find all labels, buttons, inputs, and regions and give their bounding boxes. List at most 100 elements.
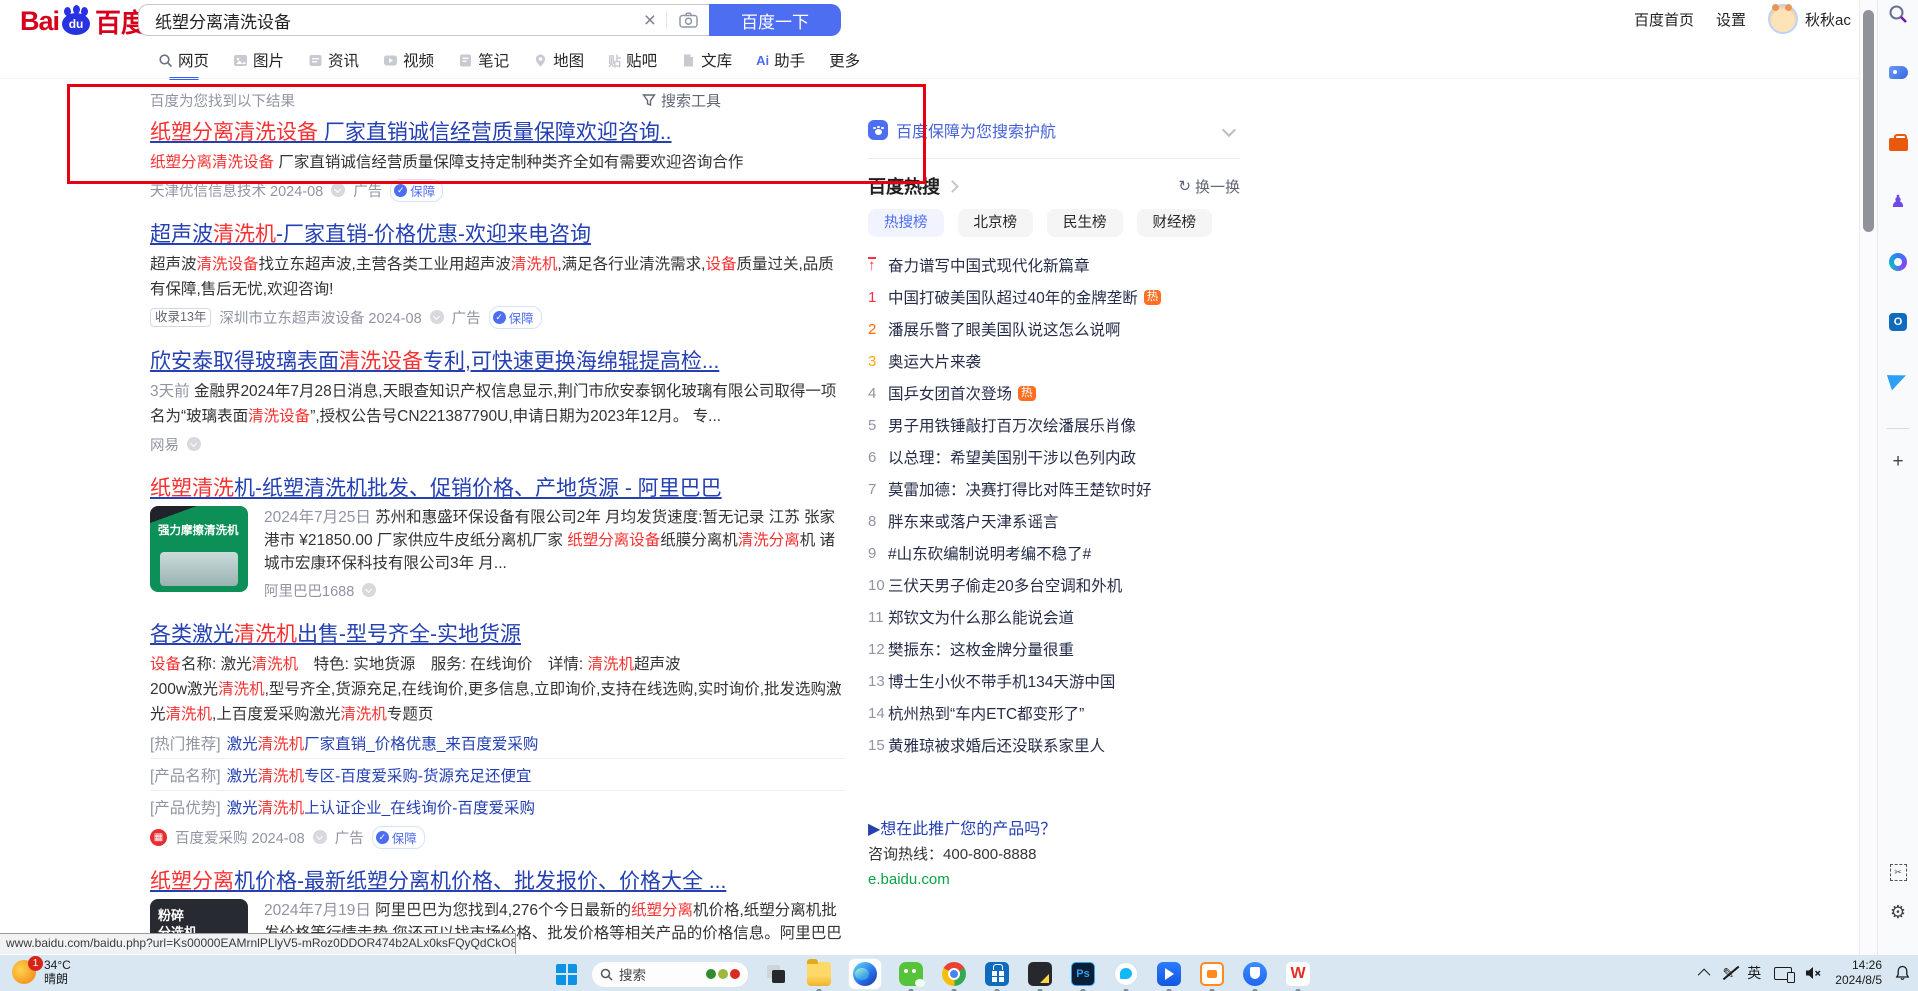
hot-search-item[interactable]: 10三伏天男子偷走20多台空调和外机 — [868, 569, 1240, 601]
protection-badge[interactable]: ✓保障 — [372, 826, 425, 849]
toolbox-icon[interactable] — [1886, 132, 1910, 156]
chrome-icon[interactable] — [941, 961, 967, 987]
cast-device-icon[interactable] — [1774, 967, 1792, 980]
meeting-icon[interactable] — [1156, 961, 1182, 987]
wechat-icon[interactable] — [898, 961, 924, 987]
pcmgr-icon[interactable] — [1242, 961, 1268, 987]
hot-tab-财经榜[interactable]: 财经榜 — [1137, 209, 1213, 237]
tab-文库[interactable]: 文库 — [681, 49, 732, 73]
hot-tab-热搜榜[interactable]: 热搜榜 — [868, 209, 944, 237]
start-button[interactable] — [556, 964, 577, 985]
scrollbar-thumb[interactable] — [1863, 10, 1874, 232]
hot-tab-民生榜[interactable]: 民生榜 — [1047, 209, 1123, 237]
outlook-icon[interactable]: O — [1886, 310, 1910, 334]
search-box[interactable]: × — [138, 4, 710, 36]
result-sublink[interactable]: [产品名称]激光清洗机专区-百度爱采购-货源充足还便宜 — [150, 759, 846, 791]
scrollbar[interactable] — [1859, 0, 1877, 955]
result-sublink[interactable]: [产品优势]激光清洗机上认证企业_在线询价-百度爱采购 — [150, 791, 846, 822]
tab-资讯[interactable]: 资讯 — [308, 49, 359, 73]
a360-icon[interactable] — [1199, 961, 1225, 987]
tab-视频[interactable]: 视频 — [383, 49, 434, 73]
weather-widget[interactable]: 1 34°C晴朗 — [12, 958, 71, 986]
hot-search-title[interactable]: 百度热搜 — [868, 173, 940, 199]
promo-site-link[interactable]: e.baidu.com — [868, 867, 1240, 892]
baidu-protection-row[interactable]: 百度保障为您搜索护航 — [868, 118, 1240, 142]
pen-disabled-icon[interactable]: ✎ — [1723, 965, 1735, 982]
taskbar-search[interactable]: 搜索 — [591, 961, 749, 988]
source-dropdown-icon[interactable] — [362, 583, 376, 597]
store-icon[interactable] — [984, 961, 1010, 987]
screenshot-icon[interactable]: ✂ — [1886, 860, 1910, 884]
notification-bell-icon[interactable] — [1895, 965, 1910, 981]
tab-笔记[interactable]: 笔记 — [458, 49, 509, 73]
hot-search-item[interactable]: 7莫雷加德：决赛打得比对阵王楚钦时好 — [868, 473, 1240, 505]
result-title-link[interactable]: 纸塑分离清洗设备 厂家直销诚信经营质量保障欢迎咨询.. — [150, 118, 846, 148]
settings-icon[interactable]: ⚙ — [1886, 900, 1910, 924]
result-title-link[interactable]: 纸塑清洗机-纸塑清洗机批发、促销价格、产地货源 - 阿里巴巴 — [150, 474, 846, 504]
hot-search-item[interactable]: 4国乒女团首次登场热 — [868, 377, 1240, 409]
drop-icon[interactable] — [1886, 368, 1910, 392]
edge-icon[interactable] — [849, 959, 881, 989]
hot-tab-北京榜[interactable]: 北京榜 — [958, 209, 1034, 237]
result-thumbnail[interactable]: 强力摩擦清洗机 — [150, 506, 248, 592]
hot-search-item[interactable]: 15黄雅琼被求婚后还没联系家里人 — [868, 729, 1240, 761]
baidu-home-link[interactable]: 百度首页 — [1634, 9, 1694, 30]
user-account[interactable]: 秋秋ac — [1768, 4, 1851, 34]
hot-search-item[interactable]: 3奥运大片来袭 — [868, 345, 1240, 377]
task-view-icon[interactable] — [763, 961, 789, 987]
tab-图片[interactable]: 图片 — [233, 49, 284, 73]
search-input[interactable] — [153, 9, 634, 31]
hot-search-item[interactable]: 11郑钦文为什么那么能说会道 — [868, 601, 1240, 633]
hot-search-item[interactable]: 1中国打破美国队超过40年的金牌垄断热 — [868, 281, 1240, 313]
avatar[interactable] — [1768, 4, 1798, 34]
hot-search-item[interactable]: 2潘展乐瞥了眼美国队说这怎么说啊 — [868, 313, 1240, 345]
tab-更多[interactable]: 更多 — [829, 49, 860, 73]
add-icon[interactable]: + — [1886, 450, 1910, 474]
chevron-right-icon[interactable] — [946, 180, 959, 193]
notepad-icon[interactable] — [1027, 961, 1053, 987]
hot-search-item[interactable]: 12樊振东：这枚金牌分量很重 — [868, 633, 1240, 665]
games-icon[interactable]: ♟ — [1886, 190, 1910, 214]
result-title-link[interactable]: 欣安泰取得玻璃表面清洗设备专利,可快速更换海绵辊提高检... — [150, 347, 846, 377]
source-dropdown-icon[interactable] — [331, 183, 345, 197]
shopping-icon[interactable] — [1886, 60, 1910, 84]
source-dropdown-icon[interactable] — [187, 437, 201, 451]
search-button[interactable]: 百度一下 — [709, 4, 841, 36]
hot-search-item[interactable]: 8胖东来或落户天津系谣言 — [868, 505, 1240, 537]
result-sublink[interactable]: [热门推荐]激光清洗机厂家直销_价格优惠_来百度爱采购 — [150, 727, 846, 759]
m365-icon[interactable] — [1886, 250, 1910, 274]
search-icon[interactable] — [1886, 2, 1910, 26]
hot-search-item[interactable]: 5男子用铁锤敲打百万次绘潘展乐肖像 — [868, 409, 1240, 441]
tab-贴吧[interactable]: 贴贴吧 — [608, 49, 657, 73]
photoshop-icon[interactable]: Ps — [1070, 961, 1096, 987]
hot-search-item[interactable]: 9#山东砍编制说明考编不稳了# — [868, 537, 1240, 569]
settings-link[interactable]: 设置 — [1716, 9, 1746, 30]
tab-助手[interactable]: Ai助手 — [756, 49, 805, 73]
volume-muted-icon[interactable] — [1805, 966, 1822, 980]
refresh-button[interactable]: ↻ 换一换 — [1178, 176, 1240, 197]
hot-search-item[interactable]: 6以总理：希望美国别干涉以色列内政 — [868, 441, 1240, 473]
promo-link[interactable]: ▶想在此推广您的产品吗？ — [868, 817, 1240, 842]
file-explorer-icon[interactable] — [806, 961, 832, 987]
result-title-link[interactable]: 纸塑分离机价格-最新纸塑分离机价格、批发报价、价格大全 ... — [150, 867, 846, 897]
source-dropdown-icon[interactable] — [430, 310, 444, 324]
result-title-link[interactable]: 超声波清洗机-厂家直销-价格优惠-欢迎来电咨询 — [150, 220, 846, 250]
tab-地图[interactable]: 地图 — [533, 49, 584, 73]
clock[interactable]: 14:262024/8/5 — [1835, 958, 1882, 988]
hot-search-item[interactable]: 14杭州热到“车内ETC都变形了” — [868, 697, 1240, 729]
result-title-link[interactable]: 各类激光清洗机出售-型号齐全-实地货源 — [150, 620, 846, 650]
camera-icon[interactable] — [667, 12, 710, 28]
chevron-down-icon[interactable] — [1222, 123, 1236, 137]
hot-search-item[interactable]: 13博士生小伙不带手机134天游中国 — [868, 665, 1240, 697]
protection-badge[interactable]: ✓保障 — [489, 306, 542, 329]
clear-icon[interactable]: × — [634, 10, 666, 31]
tab-网页[interactable]: 网页 — [158, 49, 209, 73]
tray-chevron-up-icon[interactable] — [1701, 969, 1710, 978]
baidu-logo[interactable]: Bai du 百度 — [20, 2, 147, 40]
protection-badge[interactable]: ✓保障 — [390, 179, 443, 202]
search-tools-button[interactable]: 搜索工具 — [642, 90, 721, 111]
hot-search-item[interactable]: ↑奋力谱写中国式现代化新篇章 — [868, 249, 1240, 281]
wps-icon[interactable]: W — [1285, 961, 1311, 987]
ime-language-indicator[interactable]: 英 — [1747, 963, 1761, 983]
source-dropdown-icon[interactable] — [313, 830, 327, 844]
